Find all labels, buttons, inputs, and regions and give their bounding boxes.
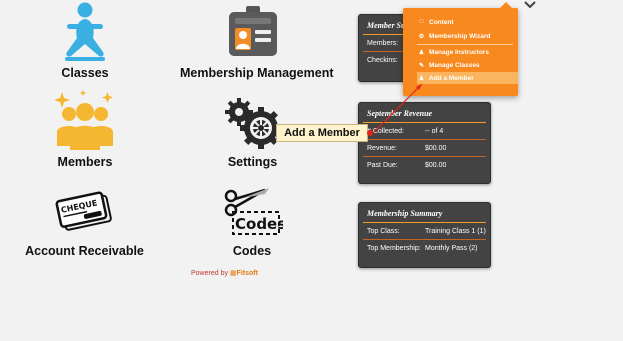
person-icon: ♟: [418, 75, 425, 82]
tile-settings-label: Settings: [227, 155, 278, 169]
group-people-icon: [54, 90, 113, 150]
callout-dot: [367, 130, 373, 136]
menu-item-label: Manage Classes: [429, 61, 480, 69]
membership-value: Training Class 1 (1): [425, 228, 486, 235]
menu-item-manage-classes[interactable]: ✎ Manage Classes: [417, 59, 480, 71]
tile-account-receivable[interactable]: CHEQUE Account Receivable: [22, 180, 147, 260]
chevron-down-icon[interactable]: [524, 0, 536, 10]
gears-icon: [224, 98, 282, 149]
id-badge-icon: [228, 6, 277, 56]
tile-classes-label: Classes: [61, 66, 109, 80]
revenue-value: $00.00: [425, 162, 447, 169]
menu-item-label: Manage Instructors: [429, 48, 489, 56]
person-icon: ♟: [418, 49, 425, 56]
tile-members-label: Members: [57, 155, 113, 169]
revenue-value: -- of 4: [425, 128, 444, 135]
codes-icon-text: Codes: [235, 215, 283, 233]
tile-membership-management[interactable]: Membership Management: [180, 0, 334, 80]
fitsoft-logo-icon: ▦: [229, 270, 237, 277]
membership-row: Top Membership: Monthly Pass (2): [363, 240, 486, 256]
menu-item-label: Add a Member: [429, 74, 474, 82]
tile-classes[interactable]: Classes: [40, 0, 130, 80]
cheque-icon: CHEQUE: [55, 191, 112, 231]
menu-divider: [417, 44, 513, 45]
membership-value: Monthly Pass (2): [425, 245, 478, 252]
gear-icon: ⚙: [418, 33, 425, 40]
menu-item-membership-wizard[interactable]: ⚙ Membership Wizard: [417, 30, 491, 42]
membership-summary-title: Membership Summary: [363, 203, 486, 223]
membership-key: Top Membership:: [367, 245, 421, 252]
menu-item-label: Membership Wizard: [429, 32, 491, 40]
tile-account-receivable-label: Account Receivable: [25, 244, 144, 258]
membership-key: Top Class:: [367, 228, 400, 235]
pencil-icon: ✎: [418, 62, 425, 69]
menu-item-add-a-member[interactable]: ♟ Add a Member: [417, 72, 518, 84]
powered-by: Powered by ▦Fitsoft: [191, 269, 258, 277]
revenue-key: Past Due:: [367, 162, 398, 169]
revenue-row: Revenue: $00.00: [363, 140, 486, 157]
fitness-person-icon: [65, 2, 105, 61]
add-member-tooltip: Add a Member: [276, 124, 368, 142]
membership-row: Top Class: Training Class 1 (1): [363, 223, 486, 240]
revenue-key: Revenue:: [367, 145, 397, 152]
tile-membership-management-label: Membership Management: [180, 66, 334, 80]
revenue-row: Past Due: $00.00: [363, 157, 486, 173]
powered-by-text: Powered by: [191, 270, 228, 277]
document-icon: □: [419, 19, 424, 25]
fitsoft-brand[interactable]: Fitsoft: [237, 270, 258, 277]
menu-item-manage-instructors[interactable]: ♟ Manage Instructors: [417, 46, 489, 58]
tile-members[interactable]: Members: [40, 88, 130, 169]
scissors-codes-icon: Codes: [224, 188, 283, 235]
membership-summary-panel: Membership Summary Top Class: Training C…: [358, 202, 491, 268]
callout-connector: [373, 83, 423, 133]
revenue-value: $00.00: [425, 145, 447, 152]
tile-codes[interactable]: Codes Codes: [212, 180, 292, 260]
tile-codes-label: Codes: [232, 244, 272, 258]
menu-item-content[interactable]: □ Content: [417, 16, 454, 28]
menu-item-label: Content: [429, 18, 454, 26]
